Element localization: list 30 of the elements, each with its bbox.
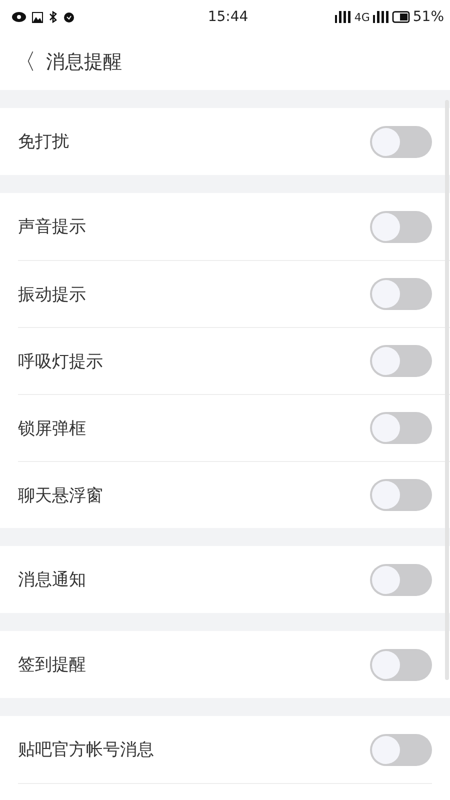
setting-label: 聊天悬浮窗	[18, 484, 103, 506]
battery-icon	[392, 11, 410, 23]
toggle-switch[interactable]	[370, 564, 432, 596]
battery-percent: 51%	[412, 9, 444, 25]
signal-icon	[335, 11, 352, 23]
toggle-switch[interactable]	[370, 734, 432, 766]
setting-label: 呼吸灯提示	[18, 350, 103, 372]
setting-label: 免打扰	[18, 131, 69, 153]
toggle-switch[interactable]	[370, 345, 432, 377]
network-type: 4G	[354, 10, 370, 24]
setting-label: 声音提示	[18, 216, 86, 238]
setting-label: 振动提示	[18, 284, 86, 306]
toggle-switch[interactable]	[370, 648, 432, 680]
toggle-switch[interactable]	[370, 479, 432, 511]
back-button[interactable]: 〈	[14, 47, 36, 77]
setting-label: 锁屏弹框	[18, 418, 86, 440]
eye-icon	[12, 12, 26, 22]
setting-label: 签到提醒	[18, 654, 86, 676]
toggle-switch[interactable]	[370, 210, 432, 242]
toggle-switch[interactable]	[370, 278, 432, 310]
toggle-switch[interactable]	[370, 126, 432, 158]
alarm-icon	[63, 11, 75, 23]
page-title: 消息提醒	[46, 50, 122, 75]
toggle-switch[interactable]	[370, 412, 432, 444]
status-time: 15:44	[208, 9, 248, 25]
bluetooth-icon	[49, 11, 57, 23]
setting-label: 贴吧官方帐号消息	[18, 739, 154, 761]
signal-icon	[372, 11, 389, 23]
image-icon	[32, 12, 43, 22]
setting-label: 消息通知	[18, 569, 86, 591]
